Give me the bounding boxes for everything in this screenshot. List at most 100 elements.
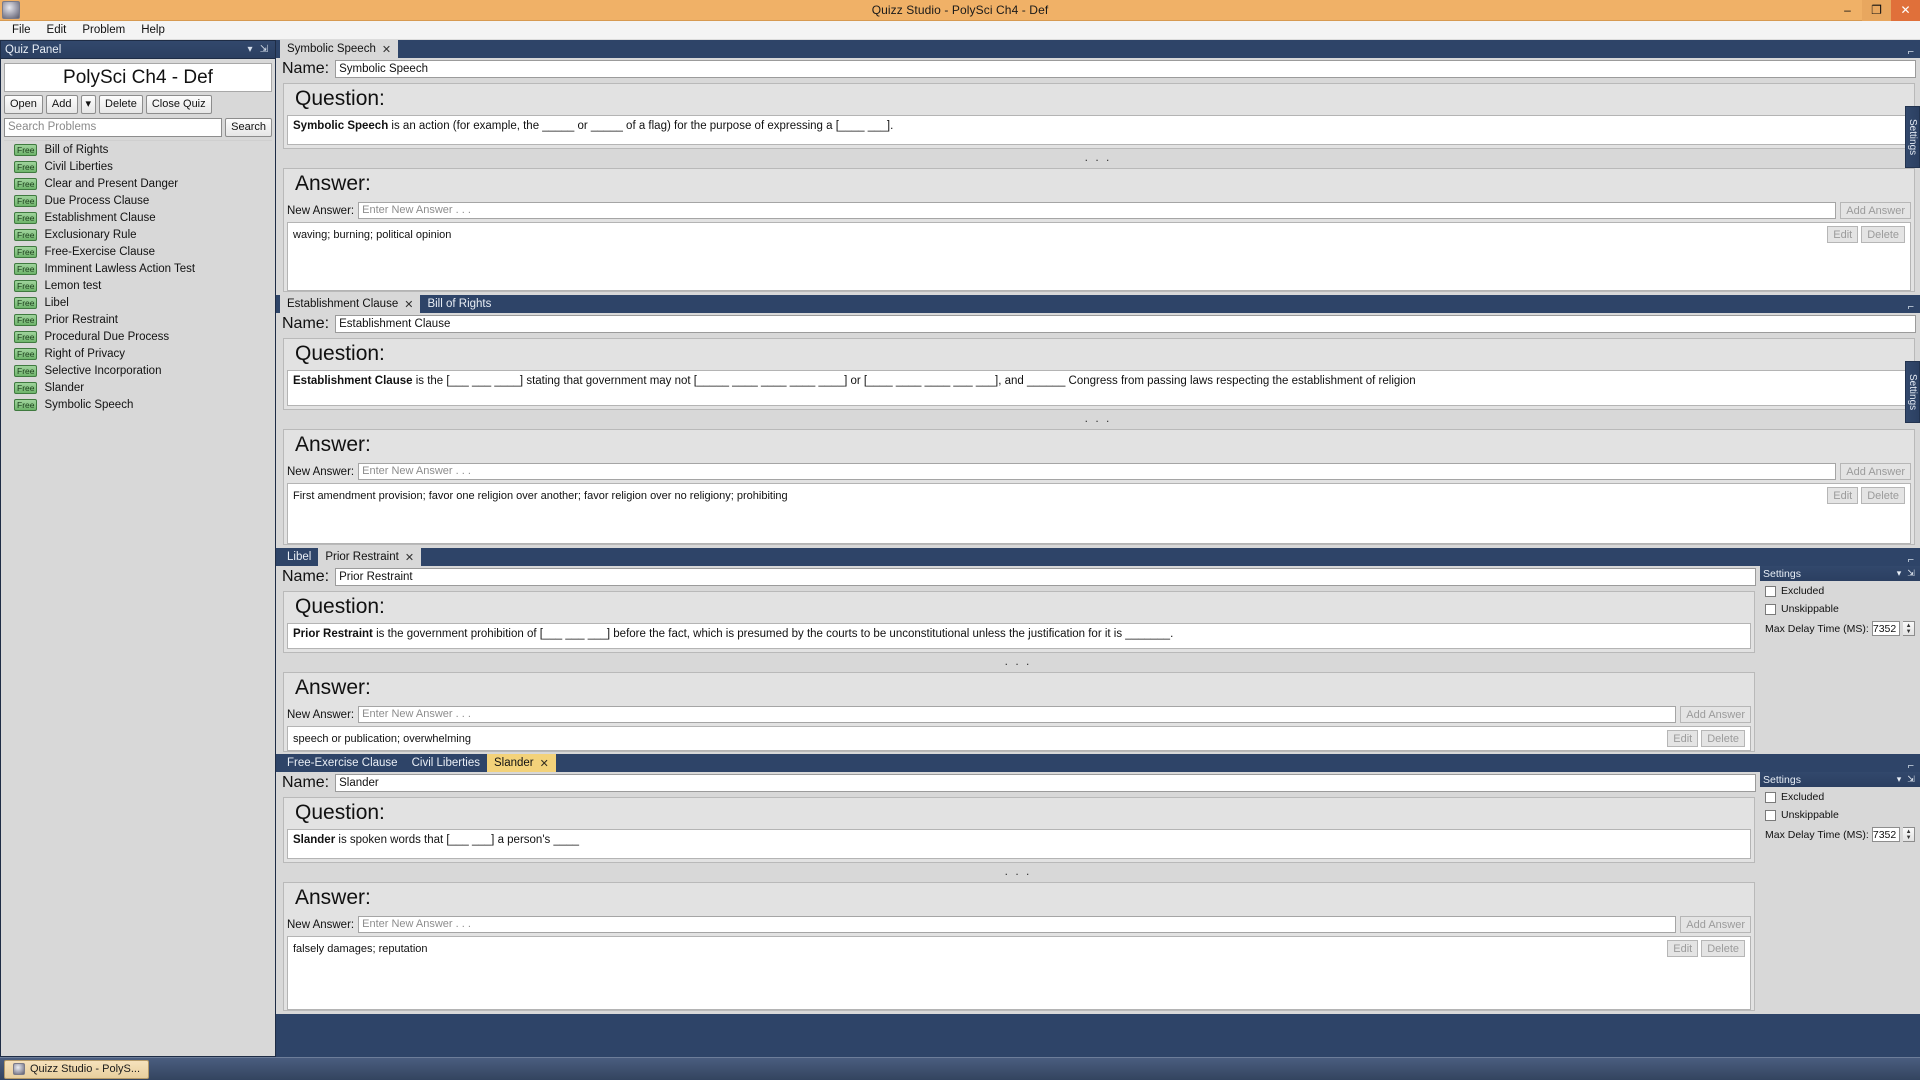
max-delay-input[interactable]: 7352 [1871,827,1901,842]
edit-answer-button[interactable]: Edit [1827,487,1859,504]
menu-item-edit[interactable]: Edit [39,22,75,38]
question-text[interactable]: Symbolic Speech is an action (for exampl… [287,115,1911,145]
splitter-handle[interactable]: . . . [276,653,1760,670]
settings-vertical-tab[interactable]: Settings [1905,106,1920,168]
tab-symbolic-speech[interactable]: Symbolic Speech ✕ [280,40,399,58]
new-answer-input[interactable]: Enter New Answer . . . [358,706,1677,723]
list-item[interactable]: Free Due Process Clause [4,192,272,209]
window-minimize-icon[interactable]: ⌐ [1908,301,1920,313]
list-item[interactable]: Free Civil Liberties [4,158,272,175]
new-answer-input[interactable]: Enter New Answer . . . [358,463,1837,480]
tab-free-exercise-clause[interactable]: Free-Exercise Clause [280,754,405,772]
delete-answer-button[interactable]: Delete [1861,487,1905,504]
answer-item[interactable]: speech or publication; overwhelming Edit… [288,727,1750,750]
list-item[interactable]: Free Symbolic Speech [4,396,272,413]
excluded-checkbox[interactable] [1765,791,1776,803]
tab-establishment-clause[interactable]: Establishment Clause ✕ [280,295,421,313]
pin-icon[interactable]: ⇲ [1905,568,1917,579]
name-input[interactable]: Prior Restraint [335,568,1756,586]
unskippable-row[interactable]: Unskippable [1765,603,1915,615]
list-item[interactable]: Free Bill of Rights [4,141,272,158]
close-icon[interactable]: ✕ [382,43,391,56]
max-delay-stepper[interactable]: ▲ ▼ [1903,827,1915,842]
splitter-handle[interactable]: . . . [276,149,1920,166]
delete-answer-button[interactable]: Delete [1701,940,1745,957]
delete-answer-button[interactable]: Delete [1861,226,1905,243]
name-input[interactable]: Slander [335,774,1756,792]
taskbar-app-button[interactable]: Quizz Studio - PolyS... [4,1059,150,1079]
settings-vertical-tab[interactable]: Settings [1905,361,1920,423]
list-item[interactable]: Free Imminent Lawless Action Test [4,260,272,277]
problem-list[interactable]: Free Bill of Rights Free Civil Liberties F… [4,140,272,1054]
delete-answer-button[interactable]: Delete [1701,730,1745,747]
excluded-row[interactable]: Excluded [1765,585,1915,597]
edit-answer-button[interactable]: Edit [1667,940,1699,957]
tab-civil-liberties[interactable]: Civil Liberties [405,754,487,772]
list-item[interactable]: Free Procedural Due Process [4,328,272,345]
unskippable-checkbox[interactable] [1765,809,1776,821]
delete-button[interactable]: Delete [99,95,143,114]
answer-item[interactable]: falsely damages; reputation Edit Delete [288,937,1750,960]
add-answer-button[interactable]: Add Answer [1680,916,1751,933]
list-item[interactable]: Free Establishment Clause [4,209,272,226]
open-button[interactable]: Open [4,95,43,114]
question-text[interactable]: Prior Restraint is the government prohib… [287,623,1751,649]
list-item[interactable]: Free Free-Exercise Clause [4,243,272,260]
tab-slander[interactable]: Slander ✕ [486,754,556,772]
window-minimize-icon[interactable]: ⌐ [1908,760,1920,772]
list-item[interactable]: Free Prior Restraint [4,311,272,328]
tab-libel[interactable]: Libel [280,548,318,566]
search-input[interactable]: Search Problems [4,118,223,137]
close-icon[interactable]: ✕ [405,551,414,564]
menu-item-file[interactable]: File [4,22,39,38]
tab-prior-restraint[interactable]: Prior Restraint ✕ [318,548,422,566]
answer-list[interactable]: speech or publication; overwhelming Edit… [287,726,1751,751]
new-answer-input[interactable]: Enter New Answer . . . [358,916,1677,933]
add-dropdown-icon[interactable]: ▾ [80,95,97,114]
unskippable-checkbox[interactable] [1765,603,1776,615]
list-item[interactable]: Free Selective Incorporation [4,362,272,379]
pin-icon[interactable]: ⇲ [257,44,271,55]
answer-list[interactable]: falsely damages; reputation Edit Delete [287,936,1751,1010]
max-delay-input[interactable]: 7352 [1871,621,1901,636]
splitter-handle[interactable]: . . . [276,863,1760,880]
list-item[interactable]: Free Lemon test [4,277,272,294]
max-delay-stepper[interactable]: ▲ ▼ [1903,621,1915,636]
question-text[interactable]: Establishment Clause is the [___ ___ ___… [287,370,1911,406]
close-quiz-button[interactable]: Close Quiz [145,95,212,114]
splitter-handle[interactable]: . . . [276,410,1920,427]
name-input[interactable]: Establishment Clause [335,315,1916,333]
tab-bill-of-rights[interactable]: Bill of Rights [420,295,498,313]
edit-answer-button[interactable]: Edit [1827,226,1859,243]
name-input[interactable]: Symbolic Speech [335,60,1916,78]
pin-icon[interactable]: ⇲ [1905,774,1917,785]
answer-item[interactable]: waving; burning; political opinion Edit … [288,223,1910,246]
search-button[interactable]: Search [225,118,272,137]
list-item[interactable]: Free Slander [4,379,272,396]
answer-list[interactable]: waving; burning; political opinion Edit … [287,222,1911,291]
window-minimize-icon[interactable]: ⌐ [1908,554,1920,566]
list-item[interactable]: Free Libel [4,294,272,311]
answer-list[interactable]: First amendment provision; favor one rel… [287,483,1911,544]
add-button[interactable]: Add [45,95,78,114]
list-item[interactable]: Free Clear and Present Danger [4,175,272,192]
chevron-down-icon[interactable]: ▾ [243,44,257,55]
list-item[interactable]: Free Right of Privacy [4,345,272,362]
close-icon[interactable]: ✕ [540,757,549,770]
chevron-down-icon[interactable]: ▾ [1893,568,1905,579]
spinner-down-icon[interactable]: ▼ [1906,629,1912,635]
menu-item-problem[interactable]: Problem [74,22,133,38]
add-answer-button[interactable]: Add Answer [1840,202,1911,219]
new-answer-input[interactable]: Enter New Answer . . . [358,202,1837,219]
excluded-checkbox[interactable] [1765,585,1776,597]
question-text[interactable]: Slander is spoken words that [___ ___] a… [287,829,1751,859]
close-icon[interactable]: ✕ [404,298,413,311]
list-item[interactable]: Free Exclusionary Rule [4,226,272,243]
edit-answer-button[interactable]: Edit [1667,730,1699,747]
add-answer-button[interactable]: Add Answer [1680,706,1751,723]
unskippable-row[interactable]: Unskippable [1765,809,1915,821]
menu-item-help[interactable]: Help [133,22,173,38]
answer-item[interactable]: First amendment provision; favor one rel… [288,484,1910,507]
window-minimize-icon[interactable]: ⌐ [1908,46,1920,58]
chevron-down-icon[interactable]: ▾ [1893,774,1905,785]
